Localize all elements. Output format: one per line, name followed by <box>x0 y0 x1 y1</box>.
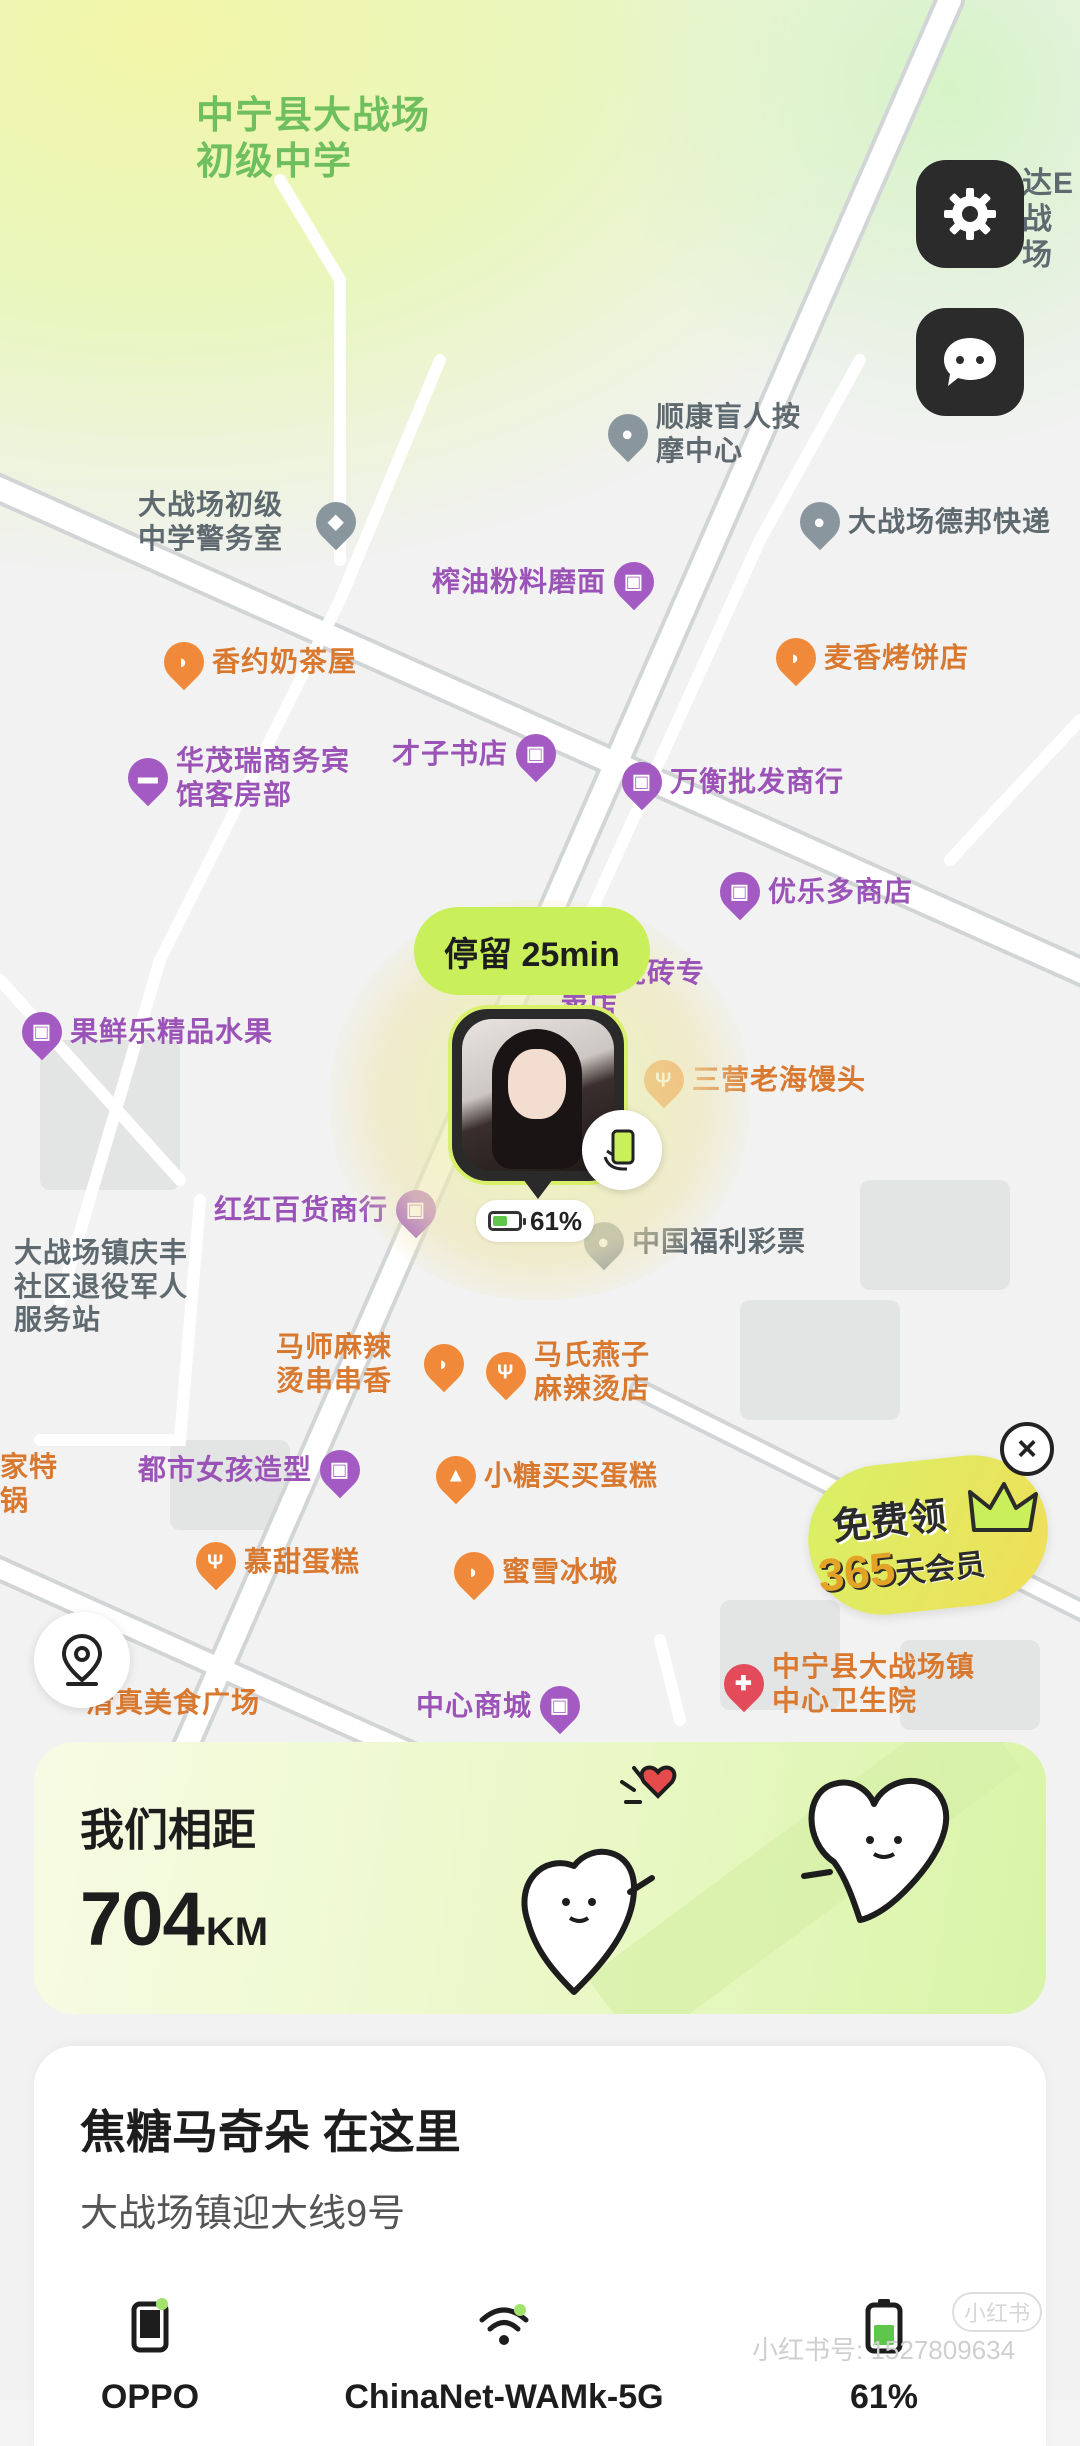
food-icon: ◗ <box>767 629 825 687</box>
poi-fruit[interactable]: ▣ 果鲜乐精品水果 <box>13 1003 273 1061</box>
wifi-icon <box>479 2304 529 2345</box>
poi-pin-icon: ● <box>599 405 657 462</box>
watermark-logo: 小红书 <box>952 2292 1043 2332</box>
marker-pointer <box>520 1175 556 1199</box>
shield-icon: ◆ <box>307 493 365 550</box>
poi-massage[interactable]: ● 顺康盲人按摩中心 <box>599 400 806 467</box>
battery-level: 61% <box>849 2378 919 2416</box>
crown-icon <box>968 1482 1038 1532</box>
poi-mala-1[interactable]: 马师麻辣烫串串香 ◗ <box>276 1330 473 1397</box>
restaurant-icon: Ψ <box>187 1533 245 1591</box>
poi-youle[interactable]: ▣ 优乐多商店 <box>711 863 913 921</box>
poi-hospital[interactable]: ✚ 中宁县大战场镇中心卫生院 <box>715 1650 992 1717</box>
location-address: 大战场镇迎大线9号 <box>80 2193 406 2235</box>
poi-deppon[interactable]: ● 大战场德邦快递 <box>791 493 1051 551</box>
chat-button[interactable] <box>916 308 1024 416</box>
locate-button[interactable] <box>34 1612 130 1708</box>
distance-card: 我们相距 704KM <box>34 1742 1046 2014</box>
cart-icon: ▣ <box>613 753 671 811</box>
restaurant-icon: Ψ <box>477 1343 535 1400</box>
poi-partial-left[interactable]: 家特锅 <box>0 1450 60 1517</box>
location-pin-icon <box>61 1633 103 1686</box>
drink-icon: ◗ <box>155 633 213 691</box>
settings-button[interactable] <box>916 160 1024 268</box>
poi-mutian-cake[interactable]: Ψ 慕甜蛋糕 <box>187 1533 360 1591</box>
chat-bubble-icon <box>944 338 996 386</box>
cart-icon: ▣ <box>711 863 769 921</box>
ice-cream-icon: ◗ <box>445 1543 503 1601</box>
cake-icon: ▲ <box>427 1447 485 1505</box>
phone-in-hand-icon <box>582 1110 662 1190</box>
battery-indicator: 61% <box>476 1200 595 1242</box>
hearts-illustration <box>521 1742 1021 2014</box>
distance-label: 我们相距 <box>80 1806 256 1855</box>
shop-icon: ▣ <box>507 725 565 783</box>
shopping-bag-icon: ▣ <box>531 1677 589 1735</box>
poi-hotel[interactable]: ▬ 华茂瑞商务宾馆客房部 <box>119 744 356 811</box>
location-info-card: 焦糖马奇朵 在这里 大战场镇迎大线9号 OPPO ChinaNet-WAMk-5… <box>34 2046 1046 2446</box>
wifi-status: ChinaNet-WAMk-5G <box>334 2296 674 2417</box>
location-title: 焦糖马奇朵 在这里 <box>80 2106 461 2158</box>
battery-icon <box>488 1211 526 1231</box>
device-name: OPPO <box>100 2378 200 2416</box>
hospital-cross-icon: ✚ <box>715 1655 773 1712</box>
distance-value: 704KM <box>80 1877 269 1962</box>
phone-icon <box>131 2298 169 2353</box>
basket-icon: ▣ <box>13 1003 71 1061</box>
poi-police[interactable]: 大战场初级中学警务室 ◆ <box>138 488 365 555</box>
device-status: OPPO <box>90 2296 210 2417</box>
shop-icon: ▣ <box>311 1441 369 1499</box>
poi-mixue[interactable]: ◗ 蜜雪冰城 <box>445 1543 618 1601</box>
poi-mall[interactable]: 中心商城 ▣ <box>416 1677 589 1735</box>
stay-duration-pill: 停留 25min <box>414 907 650 995</box>
wifi-name: ChinaNet-WAMk-5G <box>344 2378 664 2416</box>
gear-icon <box>944 188 996 240</box>
watermark-text: 小红书号: 1527809634 <box>752 2335 1016 2365</box>
poi-bookstore[interactable]: 才子书店 ▣ <box>392 725 565 783</box>
bowl-icon: ◗ <box>415 1335 473 1392</box>
close-promo-button[interactable]: × <box>1000 1422 1054 1476</box>
map-label-school: 中宁县大战场初级中学 <box>196 95 431 183</box>
poi-wholesale[interactable]: ▣ 万衡批发商行 <box>613 753 844 811</box>
poi-veteran-station[interactable]: 大战场镇庆丰社区退役军人服务站 <box>14 1236 194 1337</box>
poi-pin-icon: ● <box>791 493 849 551</box>
poi-milk-tea[interactable]: ◗ 香约奶茶屋 <box>155 633 357 691</box>
map-label-partial: 达E 战场 <box>1022 167 1075 272</box>
shop-icon: ▣ <box>605 553 663 611</box>
poi-xiaotang-cake[interactable]: ▲ 小糖买买蛋糕 <box>427 1447 658 1505</box>
bed-icon: ▬ <box>119 749 177 806</box>
poi-salon[interactable]: 都市女孩造型 ▣ <box>138 1441 369 1499</box>
poi-oil-mill[interactable]: 榨油粉料磨面 ▣ <box>432 553 663 611</box>
poi-mala-2[interactable]: Ψ 马氏燕子麻辣烫店 <box>477 1338 674 1405</box>
poi-cake-shop[interactable]: ◗ 麦香烤饼店 <box>767 629 969 687</box>
